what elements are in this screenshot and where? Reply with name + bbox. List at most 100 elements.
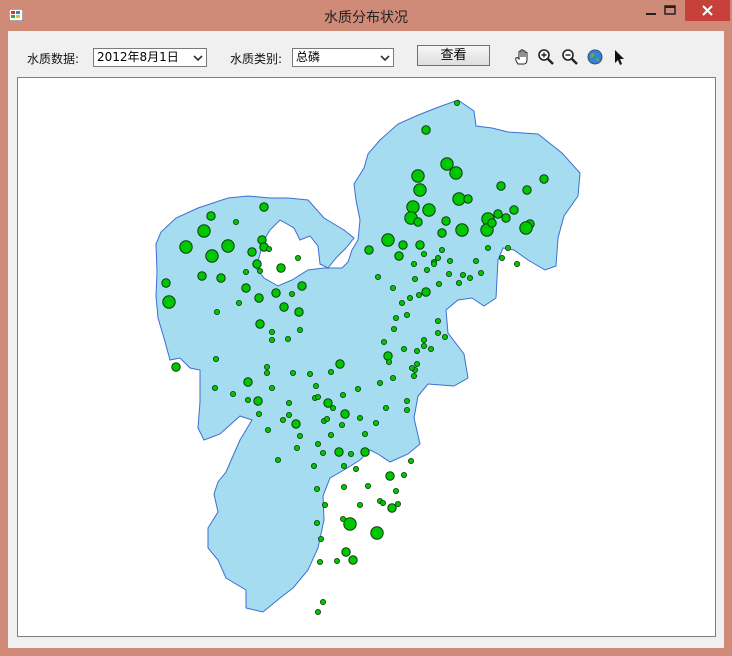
- monitoring-point-marker[interactable]: [382, 404, 389, 411]
- select-arrow-icon[interactable]: [611, 48, 629, 66]
- monitoring-point-marker[interactable]: [449, 166, 463, 180]
- monitoring-point-marker[interactable]: [221, 239, 235, 253]
- monitoring-point-marker[interactable]: [340, 462, 347, 469]
- monitoring-point-marker[interactable]: [496, 181, 506, 191]
- monitoring-point-marker[interactable]: [434, 254, 441, 261]
- monitoring-point-marker[interactable]: [411, 275, 418, 282]
- monitoring-point-marker[interactable]: [509, 205, 519, 215]
- monitoring-point-marker[interactable]: [477, 269, 484, 276]
- monitoring-point-marker[interactable]: [297, 281, 307, 291]
- monitoring-point-marker[interactable]: [335, 359, 345, 369]
- monitoring-point-marker[interactable]: [466, 274, 473, 281]
- monitoring-point-marker[interactable]: [294, 254, 301, 261]
- monitoring-point-marker[interactable]: [392, 314, 399, 321]
- monitoring-point-marker[interactable]: [339, 515, 346, 522]
- monitoring-point-marker[interactable]: [271, 288, 281, 298]
- monitoring-point-marker[interactable]: [455, 279, 462, 286]
- monitoring-point-marker[interactable]: [406, 294, 413, 301]
- monitoring-point-marker[interactable]: [284, 335, 291, 342]
- monitoring-point-marker[interactable]: [446, 257, 453, 264]
- monitoring-point-marker[interactable]: [437, 228, 447, 238]
- monitoring-point-marker[interactable]: [338, 421, 345, 428]
- monitoring-point-marker[interactable]: [319, 449, 326, 456]
- monitoring-point-marker[interactable]: [403, 397, 410, 404]
- monitoring-point-marker[interactable]: [253, 396, 263, 406]
- monitoring-point-marker[interactable]: [334, 447, 344, 457]
- monitoring-point-marker[interactable]: [229, 390, 236, 397]
- monitoring-point-marker[interactable]: [274, 456, 281, 463]
- monitoring-point-marker[interactable]: [410, 372, 417, 379]
- monitoring-point-marker[interactable]: [291, 419, 301, 429]
- monitoring-point-marker[interactable]: [252, 259, 262, 269]
- monitoring-point-marker[interactable]: [314, 440, 321, 447]
- monitoring-point-marker[interactable]: [265, 245, 272, 252]
- monitoring-point-marker[interactable]: [400, 471, 407, 478]
- monitoring-point-marker[interactable]: [493, 209, 503, 219]
- monitoring-point-marker[interactable]: [408, 364, 415, 371]
- monitoring-point-marker[interactable]: [341, 547, 351, 557]
- monitoring-point-marker[interactable]: [364, 245, 374, 255]
- monitoring-point-marker[interactable]: [420, 342, 427, 349]
- close-icon[interactable]: [685, 0, 730, 21]
- monitoring-point-marker[interactable]: [539, 174, 549, 184]
- monitoring-point-marker[interactable]: [415, 240, 425, 250]
- pan-hand-icon[interactable]: [513, 48, 531, 66]
- title-bar[interactable]: 水质分布状况: [0, 0, 732, 31]
- monitoring-point-marker[interactable]: [522, 185, 532, 195]
- monitoring-point-marker[interactable]: [413, 183, 427, 197]
- monitoring-point-marker[interactable]: [434, 317, 441, 324]
- monitoring-point-marker[interactable]: [285, 399, 292, 406]
- monitoring-point-marker[interactable]: [161, 278, 171, 288]
- monitoring-point-marker[interactable]: [323, 415, 330, 422]
- monitoring-point-marker[interactable]: [394, 500, 401, 507]
- monitoring-point-marker[interactable]: [374, 273, 381, 280]
- monitoring-point-marker[interactable]: [435, 280, 442, 287]
- zoom-in-icon[interactable]: [537, 48, 555, 66]
- monitoring-point-marker[interactable]: [313, 519, 320, 526]
- monitoring-point-marker[interactable]: [356, 501, 363, 508]
- monitoring-point-marker[interactable]: [445, 270, 452, 277]
- monitoring-point-marker[interactable]: [211, 384, 218, 391]
- monitoring-point-marker[interactable]: [453, 99, 460, 106]
- monitoring-point-marker[interactable]: [317, 535, 324, 542]
- monitoring-point-marker[interactable]: [323, 398, 333, 408]
- monitoring-point-marker[interactable]: [327, 368, 334, 375]
- monitoring-point-marker[interactable]: [263, 363, 270, 370]
- monitoring-point-marker[interactable]: [389, 284, 396, 291]
- monitoring-point-marker[interactable]: [197, 224, 211, 238]
- monitoring-point-marker[interactable]: [411, 169, 425, 183]
- type-dropdown[interactable]: 总磷: [292, 48, 394, 67]
- monitoring-point-marker[interactable]: [313, 485, 320, 492]
- monitoring-point-marker[interactable]: [276, 263, 286, 273]
- monitoring-point-marker[interactable]: [348, 555, 358, 565]
- monitoring-point-marker[interactable]: [354, 385, 361, 392]
- monitoring-point-marker[interactable]: [356, 414, 363, 421]
- monitoring-point-marker[interactable]: [197, 271, 207, 281]
- monitoring-point-marker[interactable]: [243, 377, 253, 387]
- monitoring-point-marker[interactable]: [410, 260, 417, 267]
- monitoring-point-marker[interactable]: [438, 246, 445, 253]
- monitoring-point-marker[interactable]: [441, 216, 451, 226]
- monitoring-point-marker[interactable]: [212, 355, 219, 362]
- monitoring-point-marker[interactable]: [398, 240, 408, 250]
- monitoring-point-marker[interactable]: [370, 526, 384, 540]
- monitoring-point-marker[interactable]: [288, 290, 295, 297]
- monitoring-point-marker[interactable]: [400, 345, 407, 352]
- monitoring-point-marker[interactable]: [321, 501, 328, 508]
- monitoring-point-marker[interactable]: [364, 482, 371, 489]
- monitoring-point-marker[interactable]: [314, 609, 321, 616]
- monitoring-point-marker[interactable]: [347, 450, 354, 457]
- monitoring-point-marker[interactable]: [255, 319, 265, 329]
- monitoring-point-marker[interactable]: [430, 260, 437, 267]
- monitoring-point-marker[interactable]: [293, 444, 300, 451]
- monitoring-point-marker[interactable]: [242, 268, 249, 275]
- monitoring-point-marker[interactable]: [403, 406, 410, 413]
- monitoring-point-marker[interactable]: [427, 345, 434, 352]
- monitoring-point-marker[interactable]: [420, 250, 427, 257]
- monitoring-point-marker[interactable]: [352, 465, 359, 472]
- monitoring-point-marker[interactable]: [289, 369, 296, 376]
- monitoring-point-marker[interactable]: [306, 370, 313, 377]
- monitoring-point-marker[interactable]: [171, 362, 181, 372]
- monitoring-point-marker[interactable]: [415, 291, 422, 298]
- monitoring-point-marker[interactable]: [381, 233, 395, 247]
